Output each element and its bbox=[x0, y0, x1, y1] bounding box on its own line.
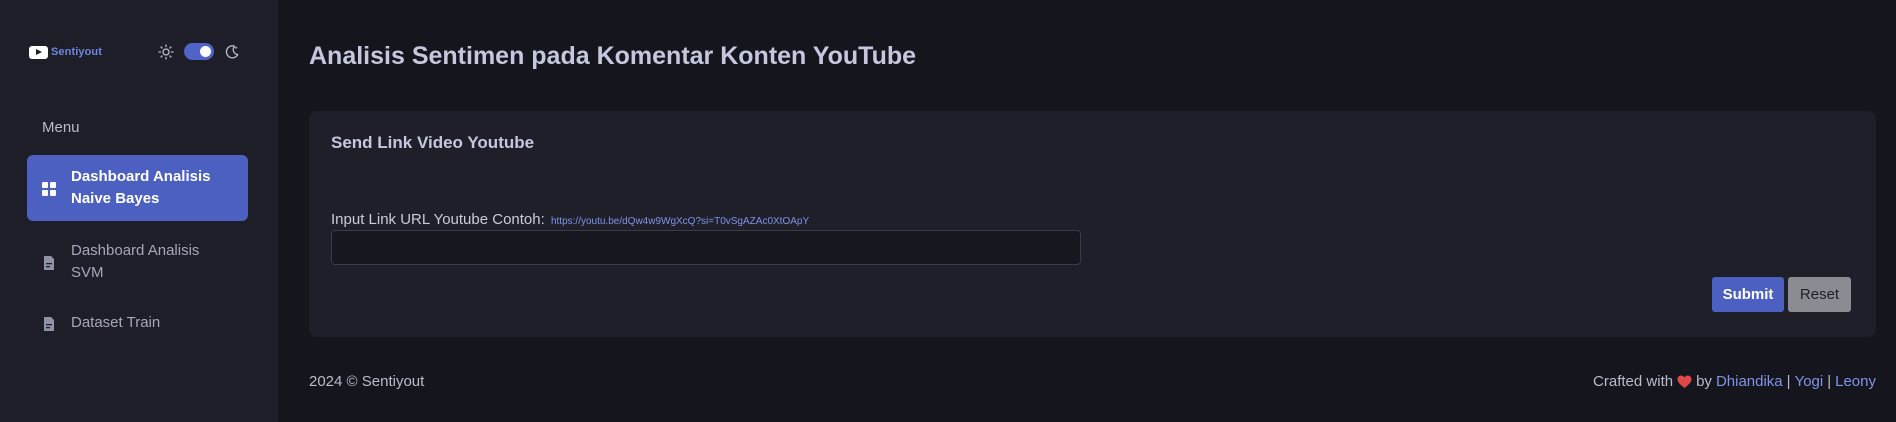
theme-switch bbox=[158, 43, 240, 60]
author-link-yogi[interactable]: Yogi bbox=[1795, 373, 1824, 390]
sidebar-item-label: Dataset Train bbox=[71, 314, 161, 331]
author-link-leony[interactable]: Leony bbox=[1835, 373, 1876, 390]
sidebar-item-dataset-train[interactable]: Dataset Train bbox=[27, 311, 248, 335]
sidebar-item-svm[interactable]: Dashboard Analisis SVM bbox=[27, 239, 248, 285]
sidebar: Sentiyout Menu Dashboard Analisis Naive … bbox=[0, 0, 278, 422]
sun-icon bbox=[158, 43, 174, 60]
url-field-label-text: Input Link URL Youtube Contoh: bbox=[331, 211, 545, 228]
grid-icon bbox=[42, 181, 56, 196]
sidebar-item-label: Dashboard Analisis SVM bbox=[71, 242, 200, 281]
separator: | bbox=[1786, 373, 1791, 390]
toggle-knob bbox=[200, 46, 211, 57]
heart-icon bbox=[1677, 375, 1692, 389]
crafted-by: by bbox=[1696, 373, 1712, 390]
submit-button[interactable]: Submit bbox=[1712, 277, 1784, 312]
url-field-label: Input Link URL Youtube Contoh: https://y… bbox=[331, 211, 809, 228]
sidebar-item-naive-bayes[interactable]: Dashboard Analisis Naive Bayes bbox=[27, 155, 248, 221]
card-title: Send Link Video Youtube bbox=[331, 133, 535, 152]
document-icon bbox=[42, 316, 56, 331]
document-icon bbox=[42, 255, 56, 270]
page-title: Analisis Sentimen pada Komentar Konten Y… bbox=[309, 42, 917, 70]
menu-title: Menu bbox=[42, 119, 80, 136]
youtube-logo-icon bbox=[29, 45, 48, 59]
author-link-dhiandika[interactable]: Dhiandika bbox=[1716, 373, 1783, 390]
footer-copyright: 2024 © Sentiyout bbox=[309, 373, 425, 390]
separator: | bbox=[1827, 373, 1832, 390]
send-link-card: Send Link Video Youtube Input Link URL Y… bbox=[309, 111, 1876, 337]
footer-credits: Crafted with by Dhiandika | Yogi | Leony bbox=[1593, 373, 1876, 390]
youtube-url-input[interactable] bbox=[331, 230, 1081, 265]
crafted-prefix: Crafted with bbox=[1593, 373, 1674, 390]
url-example: https://youtu.be/dQw4w9WgXcQ?si=T0vSgAZA… bbox=[550, 216, 810, 227]
moon-icon bbox=[224, 44, 240, 60]
dark-mode-toggle[interactable] bbox=[184, 43, 214, 60]
sidebar-item-label: Dashboard Analisis Naive Bayes bbox=[71, 168, 211, 207]
reset-button[interactable]: Reset bbox=[1788, 277, 1851, 312]
brand-logo[interactable]: Sentiyout bbox=[29, 44, 102, 60]
brand-name: Sentiyout bbox=[51, 46, 103, 58]
